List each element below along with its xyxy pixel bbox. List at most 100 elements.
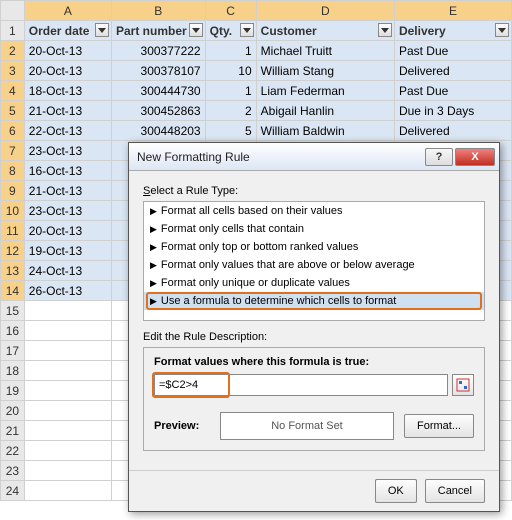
rule-type-item[interactable]: ▶Format only unique or duplicate values	[144, 274, 484, 292]
cell[interactable]: 1	[205, 81, 256, 101]
table-header-cell[interactable]: Order date	[24, 21, 111, 41]
cell[interactable]: Due in 3 Days	[394, 101, 511, 121]
row-header[interactable]: 15	[1, 301, 25, 321]
row-header[interactable]: 4	[1, 81, 25, 101]
rule-type-item[interactable]: ▶Format all cells based on their values	[144, 202, 484, 220]
cell[interactable]	[24, 341, 111, 361]
cell[interactable]: 20-Oct-13	[24, 221, 111, 241]
cell[interactable]: Abigail Hanlin	[256, 101, 394, 121]
col-header-A[interactable]: A	[24, 1, 111, 21]
row-header[interactable]: 6	[1, 121, 25, 141]
help-button[interactable]: ?	[425, 148, 453, 166]
cell[interactable]: 300377222	[112, 41, 206, 61]
row-header[interactable]: 18	[1, 361, 25, 381]
row-header[interactable]: 16	[1, 321, 25, 341]
table-header-cell[interactable]: Delivery	[394, 21, 511, 41]
cell[interactable]: Past Due	[394, 81, 511, 101]
row-header[interactable]: 11	[1, 221, 25, 241]
edit-rule-description-label: Edit the Rule Description:	[143, 331, 485, 343]
cell[interactable]	[24, 301, 111, 321]
collapse-dialog-button[interactable]	[452, 374, 474, 396]
filter-dropdown-icon[interactable]	[189, 23, 203, 37]
cell[interactable]: 18-Oct-13	[24, 81, 111, 101]
cell[interactable]: 21-Oct-13	[24, 181, 111, 201]
cell[interactable]	[24, 461, 111, 481]
cell[interactable]: 16-Oct-13	[24, 161, 111, 181]
filter-dropdown-icon[interactable]	[378, 23, 392, 37]
rule-type-item[interactable]: ▶Format only cells that contain	[144, 220, 484, 238]
cell[interactable]	[24, 421, 111, 441]
format-button[interactable]: Format...	[404, 414, 474, 438]
dialog-titlebar[interactable]: New Formatting Rule ? X	[129, 143, 499, 171]
cell[interactable]: 23-Oct-13	[24, 141, 111, 161]
cell[interactable]: 23-Oct-13	[24, 201, 111, 221]
cell[interactable]	[24, 481, 111, 501]
row-header[interactable]: 10	[1, 201, 25, 221]
cell[interactable]: 300378107	[112, 61, 206, 81]
cell[interactable]: 21-Oct-13	[24, 101, 111, 121]
rule-type-item[interactable]: ▶Format only values that are above or be…	[144, 256, 484, 274]
row-header[interactable]: 17	[1, 341, 25, 361]
row-header[interactable]: 3	[1, 61, 25, 81]
cell[interactable]: William Baldwin	[256, 121, 394, 141]
ok-button[interactable]: OK	[375, 479, 417, 503]
cell[interactable]: 2	[205, 101, 256, 121]
cell[interactable]	[24, 381, 111, 401]
rule-type-item[interactable]: ▶Use a formula to determine which cells …	[144, 292, 484, 310]
table-header-cell[interactable]: Qty.	[205, 21, 256, 41]
close-button[interactable]: X	[455, 148, 495, 166]
cell[interactable]: 19-Oct-13	[24, 241, 111, 261]
row-header[interactable]: 12	[1, 241, 25, 261]
row-header[interactable]: 13	[1, 261, 25, 281]
row-header[interactable]: 23	[1, 461, 25, 481]
select-all-corner[interactable]	[1, 1, 25, 21]
cell[interactable]: Liam Federman	[256, 81, 394, 101]
table-header-cell[interactable]: Part number	[112, 21, 206, 41]
row-header[interactable]: 5	[1, 101, 25, 121]
row-header[interactable]: 1	[1, 21, 25, 41]
cell[interactable]: 24-Oct-13	[24, 261, 111, 281]
row-header[interactable]: 21	[1, 421, 25, 441]
row-header[interactable]: 9	[1, 181, 25, 201]
col-header-C[interactable]: C	[205, 1, 256, 21]
cell[interactable]: 22-Oct-13	[24, 121, 111, 141]
row-header[interactable]: 22	[1, 441, 25, 461]
row-header[interactable]: 2	[1, 41, 25, 61]
row-header[interactable]: 19	[1, 381, 25, 401]
cell[interactable]: Delivered	[394, 121, 511, 141]
cell[interactable]: 5	[205, 121, 256, 141]
row-header[interactable]: 8	[1, 161, 25, 181]
cell[interactable]: 26-Oct-13	[24, 281, 111, 301]
cell[interactable]	[24, 401, 111, 421]
col-header-B[interactable]: B	[112, 1, 206, 21]
cell[interactable]: 10	[205, 61, 256, 81]
row-header[interactable]: 24	[1, 481, 25, 501]
spreadsheet-ref-icon	[456, 378, 470, 392]
cancel-button[interactable]: Cancel	[425, 479, 485, 503]
cell[interactable]: 300444730	[112, 81, 206, 101]
cell[interactable]	[24, 441, 111, 461]
col-header-D[interactable]: D	[256, 1, 394, 21]
cell[interactable]: 20-Oct-13	[24, 61, 111, 81]
filter-dropdown-icon[interactable]	[495, 23, 509, 37]
row-header[interactable]: 7	[1, 141, 25, 161]
cell[interactable]: Delivered	[394, 61, 511, 81]
row-header[interactable]: 20	[1, 401, 25, 421]
cell[interactable]	[24, 361, 111, 381]
table-header-cell[interactable]: Customer	[256, 21, 394, 41]
formula-input[interactable]	[154, 374, 448, 396]
row-header[interactable]: 14	[1, 281, 25, 301]
cell[interactable]: 300448203	[112, 121, 206, 141]
rule-type-item[interactable]: ▶Format only top or bottom ranked values	[144, 238, 484, 256]
cell[interactable]: 300452863	[112, 101, 206, 121]
cell[interactable]: William Stang	[256, 61, 394, 81]
col-header-E[interactable]: E	[394, 1, 511, 21]
cell[interactable]: Past Due	[394, 41, 511, 61]
cell[interactable]: 1	[205, 41, 256, 61]
filter-dropdown-icon[interactable]	[95, 23, 109, 37]
rule-type-list[interactable]: ▶Format all cells based on their values▶…	[143, 201, 485, 321]
cell[interactable]: 20-Oct-13	[24, 41, 111, 61]
cell[interactable]: Michael Truitt	[256, 41, 394, 61]
filter-dropdown-icon[interactable]	[240, 23, 254, 37]
cell[interactable]	[24, 321, 111, 341]
